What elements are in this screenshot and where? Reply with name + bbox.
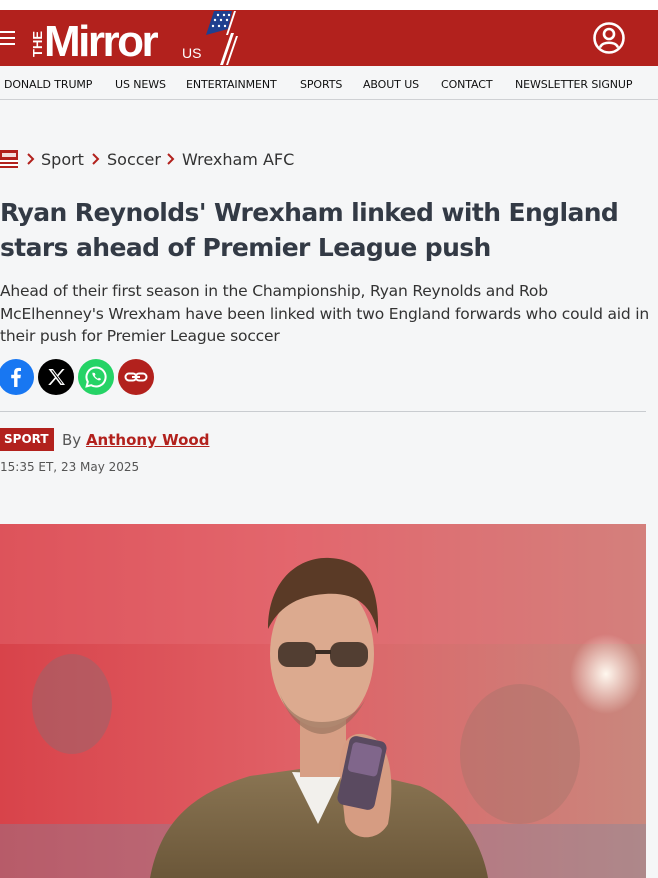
copy-link-button[interactable] [118,359,154,395]
site-header: THE Mirror US [0,10,658,66]
mirror-us-logo[interactable]: THE Mirror US [28,11,238,65]
breadcrumb-soccer[interactable]: Soccer [107,150,161,169]
byline-prefix: By [62,431,82,449]
x-icon [48,369,65,385]
nav-item-us-news[interactable]: US NEWS [115,78,166,91]
nav-item-contact[interactable]: CONTACT [441,78,493,91]
svg-text:US: US [182,45,201,61]
facebook-share-button[interactable] [0,359,34,395]
author-link[interactable]: Anthony Wood [86,431,209,449]
hamburger-menu-icon[interactable] [0,31,16,45]
byline-divider [0,411,646,412]
primary-nav: DONALD TRUMP US NEWS ENTERTAINMENT SPORT… [0,66,658,100]
x-share-button[interactable] [38,359,74,395]
mirror-home-icon[interactable] [0,150,18,168]
nav-item-newsletter-signup[interactable]: NEWSLETTER SIGNUP [515,78,633,91]
svg-text:THE: THE [30,31,45,57]
user-account-icon[interactable] [592,21,626,55]
chevron-right-icon [27,153,35,165]
chevron-right-icon [92,153,100,165]
hero-image[interactable] [0,524,646,878]
svg-text:Mirror: Mirror [44,17,159,65]
nav-item-entertainment[interactable]: ENTERTAINMENT [186,78,277,91]
article-headline: Ryan Reynolds' Wrexham linked with Engla… [0,198,619,262]
whatsapp-share-button[interactable] [78,359,114,395]
facebook-icon [11,367,21,387]
breadcrumb-sport[interactable]: Sport [41,150,84,169]
category-badge[interactable]: SPORT [0,428,54,451]
byline: By Anthony Wood [62,431,209,449]
nav-item-sports[interactable]: SPORTS [300,78,342,91]
whatsapp-icon [85,366,107,388]
nav-item-donald-trump[interactable]: DONALD TRUMP [4,78,92,91]
publish-timestamp: 15:35 ET, 23 May 2025 [0,460,140,474]
article-standfirst: Ahead of their first season in the Champ… [0,282,649,345]
link-icon [124,372,148,382]
chevron-right-icon [167,153,175,165]
browser-top-strip [0,0,658,10]
breadcrumb-wrexham-afc[interactable]: Wrexham AFC [182,150,294,169]
nav-item-about-us[interactable]: ABOUT US [363,78,419,91]
